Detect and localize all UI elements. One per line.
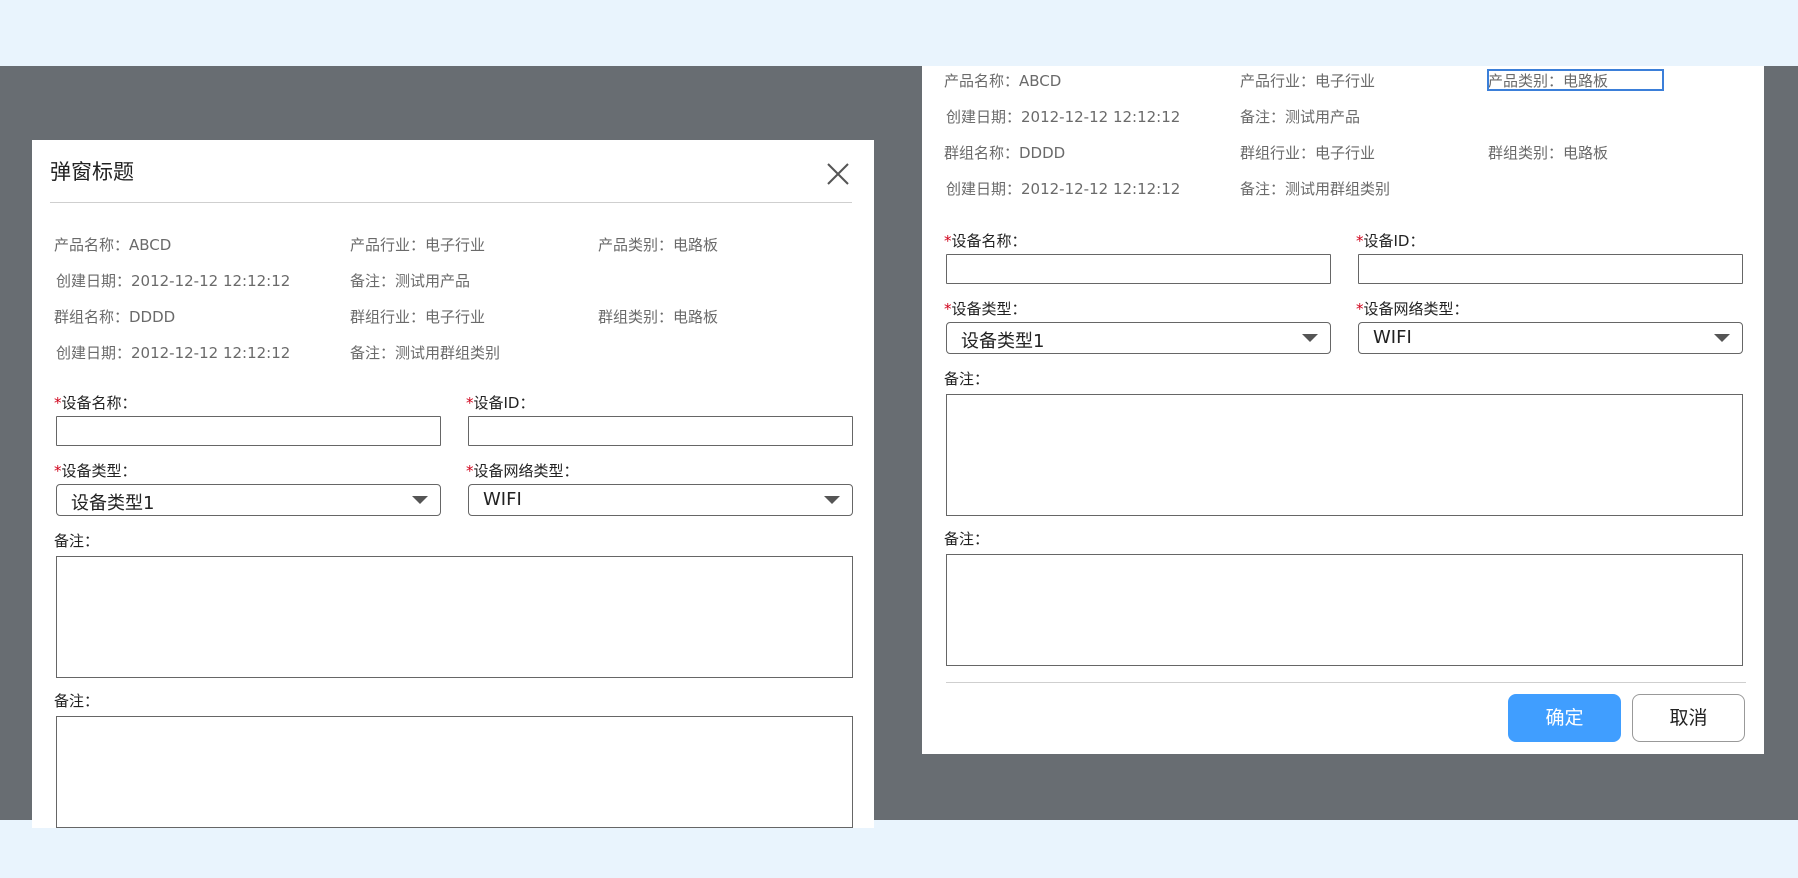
dialog-left: 弹窗标题 产品名称：ABCD 产品行业：电子行业 产品类别：电路板 创建日期：2… xyxy=(32,140,874,828)
chevron-down-icon xyxy=(824,496,840,504)
chevron-down-icon xyxy=(1714,334,1730,342)
info-product-remark: 备注：测试用产品 xyxy=(350,272,471,290)
chevron-down-icon xyxy=(412,496,428,504)
required-mark: * xyxy=(466,462,474,480)
device-name-input[interactable] xyxy=(56,416,441,446)
close-icon[interactable] xyxy=(824,160,852,188)
info-product-remark: 备注：测试用产品 xyxy=(1240,108,1361,126)
cancel-button[interactable]: 取消 xyxy=(1632,694,1745,742)
info-group-remark: 备注：测试用群组类别 xyxy=(350,344,501,362)
focus-outline xyxy=(1487,69,1664,91)
network-type-select[interactable]: WIFI xyxy=(468,484,853,516)
chevron-down-icon xyxy=(1302,334,1318,342)
info-created-date: 创建日期：2012-12-12 12:12:12 xyxy=(946,108,1181,126)
info-group-created-date: 创建日期：2012-12-12 12:12:12 xyxy=(56,344,291,362)
info-product-name: 产品名称：ABCD xyxy=(944,72,1062,90)
required-mark: * xyxy=(1356,300,1364,318)
network-type-select[interactable]: WIFI xyxy=(1358,322,1743,354)
required-mark: * xyxy=(54,462,62,480)
info-group-name: 群组名称：DDDD xyxy=(54,308,176,326)
info-created-date: 创建日期：2012-12-12 12:12:12 xyxy=(56,272,291,290)
device-id-label: *设备ID： xyxy=(1356,232,1425,250)
dialog-title: 弹窗标题 xyxy=(50,160,134,184)
device-type-value: 设备类型1 xyxy=(71,493,155,514)
device-id-label: *设备ID： xyxy=(466,394,535,412)
info-product-category: 产品类别：电路板 xyxy=(598,236,719,254)
required-mark: * xyxy=(54,394,62,412)
device-name-input[interactable] xyxy=(946,254,1331,284)
info-group-category: 群组类别：电路板 xyxy=(1488,144,1609,162)
info-group-industry: 群组行业：电子行业 xyxy=(1240,144,1376,162)
required-mark: * xyxy=(1356,232,1364,250)
info-group-category: 群组类别：电路板 xyxy=(598,308,719,326)
device-id-input[interactable] xyxy=(468,416,853,446)
required-mark: * xyxy=(944,300,952,318)
remark2-textarea[interactable] xyxy=(56,716,853,828)
dialog-header: 弹窗标题 xyxy=(50,140,852,203)
remark2-label: 备注： xyxy=(944,530,990,548)
device-type-label: *设备类型： xyxy=(54,462,137,480)
info-product-industry: 产品行业：电子行业 xyxy=(1240,72,1376,90)
dialog-right: 产品名称：ABCD 产品行业：电子行业 产品类别：电路板 创建日期：2012-1… xyxy=(922,66,1764,754)
device-type-select[interactable]: 设备类型1 xyxy=(946,322,1331,354)
network-type-value: WIFI xyxy=(483,489,522,510)
device-type-select[interactable]: 设备类型1 xyxy=(56,484,441,516)
info-group-name: 群组名称：DDDD xyxy=(944,144,1066,162)
footer-divider xyxy=(946,682,1746,683)
info-product-name: 产品名称：ABCD xyxy=(54,236,172,254)
info-group-industry: 群组行业：电子行业 xyxy=(350,308,486,326)
device-type-label: *设备类型： xyxy=(944,300,1027,318)
network-type-label: *设备网络类型： xyxy=(1356,300,1469,318)
device-id-input[interactable] xyxy=(1358,254,1743,284)
info-group-created-date: 创建日期：2012-12-12 12:12:12 xyxy=(946,180,1181,198)
device-name-label: *设备名称： xyxy=(54,394,137,412)
remark1-label: 备注： xyxy=(944,370,990,388)
device-name-label: *设备名称： xyxy=(944,232,1027,250)
required-mark: * xyxy=(466,394,474,412)
info-product-industry: 产品行业：电子行业 xyxy=(350,236,486,254)
network-type-value: WIFI xyxy=(1373,327,1412,348)
remark1-label: 备注： xyxy=(54,532,100,550)
required-mark: * xyxy=(944,232,952,250)
info-group-remark: 备注：测试用群组类别 xyxy=(1240,180,1391,198)
network-type-label: *设备网络类型： xyxy=(466,462,579,480)
remark2-label: 备注： xyxy=(54,692,100,710)
remark1-textarea[interactable] xyxy=(946,394,1743,516)
remark1-textarea[interactable] xyxy=(56,556,853,678)
remark2-textarea[interactable] xyxy=(946,554,1743,666)
confirm-button[interactable]: 确定 xyxy=(1508,694,1621,742)
device-type-value: 设备类型1 xyxy=(961,331,1045,352)
